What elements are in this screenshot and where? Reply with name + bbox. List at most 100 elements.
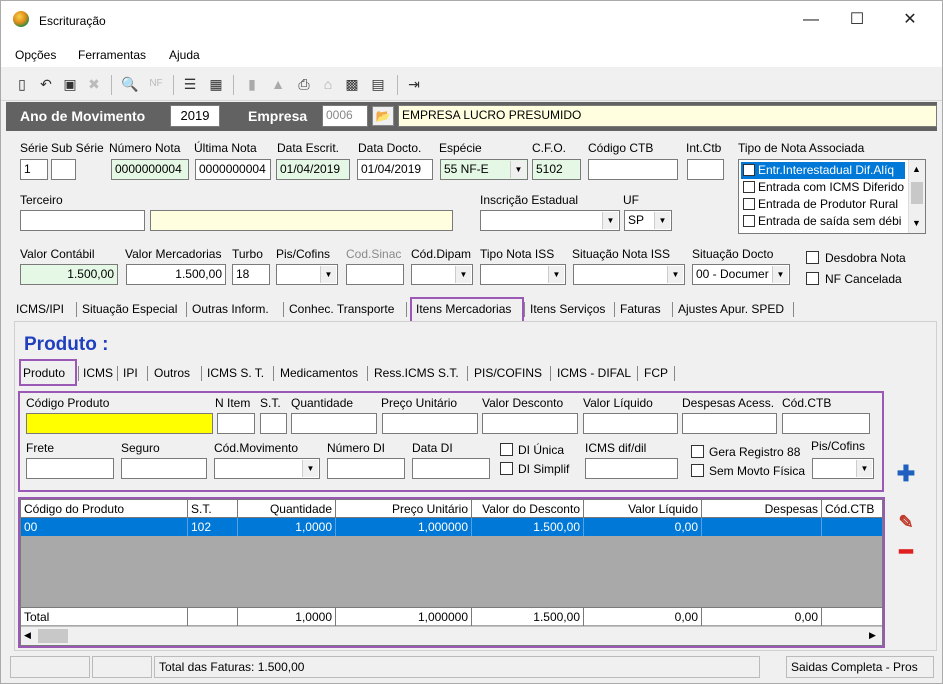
tipo-nota-scrollbar[interactable]: ▲ ▼ bbox=[908, 160, 925, 233]
valor-desconto-field[interactable] bbox=[482, 413, 578, 434]
delete-icon[interactable]: ✖ bbox=[85, 75, 103, 93]
valor-liquido-field[interactable] bbox=[583, 413, 678, 434]
terceiro-code-field[interactable] bbox=[20, 210, 145, 231]
new-document-icon[interactable]: ▯ bbox=[13, 75, 31, 93]
remove-item-button[interactable]: ━ bbox=[892, 539, 920, 567]
maximize-button[interactable]: ☐ bbox=[837, 9, 877, 31]
tab-faturas[interactable]: Faturas bbox=[620, 299, 661, 319]
tab-pis-cofins[interactable]: PIS/COFINS bbox=[474, 363, 542, 383]
uf-select[interactable]: SP ▼ bbox=[624, 210, 672, 231]
report-icon[interactable]: ▦ bbox=[207, 75, 225, 93]
checkbox-icon[interactable] bbox=[743, 215, 755, 227]
serie-field[interactable]: 1 bbox=[20, 159, 48, 180]
close-button[interactable]: ✕ bbox=[890, 9, 930, 31]
tipo-nota-item[interactable]: Entr.Interestadual Dif.Alíq bbox=[741, 162, 905, 179]
cod-movimento-select[interactable]: ▼ bbox=[214, 458, 320, 479]
tab-ipi[interactable]: IPI bbox=[123, 363, 138, 383]
pis-cofins-item-select[interactable]: ▼ bbox=[812, 458, 874, 479]
cod-sinac-field[interactable] bbox=[346, 264, 404, 285]
col-codigo-produto[interactable]: Código do Produto bbox=[21, 500, 188, 518]
tab-situacao-especial[interactable]: Situação Especial bbox=[82, 299, 177, 319]
numero-di-field[interactable] bbox=[327, 458, 405, 479]
quantidade-field[interactable] bbox=[291, 413, 377, 434]
data-escrit-field[interactable]: 01/04/2019 bbox=[276, 159, 350, 180]
especie-select[interactable]: 55 NF-E ▼ bbox=[440, 159, 528, 180]
printer-icon[interactable]: ⎙ bbox=[295, 75, 313, 93]
checkbox-icon[interactable] bbox=[743, 198, 755, 210]
empresa-code-field[interactable]: 0006 bbox=[322, 105, 368, 127]
chevron-left-icon[interactable]: ◀ bbox=[24, 630, 31, 641]
col-despesas[interactable]: Despesas bbox=[702, 500, 822, 518]
tab-medicamentos[interactable]: Medicamentos bbox=[280, 363, 358, 383]
table-row[interactable]: 00 102 1,0000 1,000000 1.500,00 0,00 bbox=[21, 518, 882, 536]
chevron-up-icon[interactable]: ▲ bbox=[912, 164, 921, 174]
tab-icms-st[interactable]: ICMS S. T. bbox=[207, 363, 264, 383]
list-icon[interactable]: ☰ bbox=[181, 75, 199, 93]
situacao-nota-iss-select[interactable]: ▼ bbox=[573, 264, 685, 285]
add-item-button[interactable]: ✚ bbox=[892, 461, 920, 489]
grid-horizontal-scrollbar[interactable]: ◀ ▶ bbox=[21, 626, 882, 645]
house-icon[interactable]: ⌂ bbox=[319, 75, 337, 93]
tab-conhec-transporte[interactable]: Conhec. Transporte bbox=[289, 299, 394, 319]
cfo-field[interactable]: 5102 bbox=[532, 159, 581, 180]
di-simplif-checkbox[interactable] bbox=[500, 462, 513, 475]
cod-ctb-field[interactable] bbox=[782, 413, 870, 434]
icms-dif-field[interactable] bbox=[585, 458, 678, 479]
st-field[interactable] bbox=[260, 413, 287, 434]
gera-registro-88-checkbox[interactable] bbox=[691, 445, 704, 458]
checkbox-icon[interactable] bbox=[743, 181, 755, 193]
stamp-icon[interactable]: ▲ bbox=[269, 75, 287, 93]
col-st[interactable]: S.T. bbox=[188, 500, 238, 518]
despesas-acess-field[interactable] bbox=[682, 413, 777, 434]
valor-mercadorias-field[interactable]: 1.500,00 bbox=[126, 264, 226, 285]
frete-field[interactable] bbox=[26, 458, 114, 479]
col-valor-desconto[interactable]: Valor do Desconto bbox=[472, 500, 584, 518]
tab-outras-inform[interactable]: Outras Inform. bbox=[192, 299, 269, 319]
ano-movimento-field[interactable]: 2019 bbox=[170, 105, 220, 127]
menu-ajuda[interactable]: Ajuda bbox=[169, 48, 200, 62]
col-preco-unitario[interactable]: Preço Unitário bbox=[336, 500, 472, 518]
chevron-right-icon[interactable]: ▶ bbox=[869, 630, 876, 641]
di-unica-checkbox[interactable] bbox=[500, 443, 513, 456]
seguro-field[interactable] bbox=[121, 458, 207, 479]
tab-ress-icms-st[interactable]: Ress.ICMS S.T. bbox=[374, 363, 459, 383]
tab-ajustes-sped[interactable]: Ajustes Apur. SPED bbox=[678, 299, 784, 319]
tab-icms-ipi[interactable]: ICMS/IPI bbox=[16, 299, 64, 319]
tab-fcp[interactable]: FCP bbox=[644, 363, 668, 383]
save-icon[interactable]: ▣ bbox=[61, 75, 79, 93]
col-valor-liquido[interactable]: Valor Líquido bbox=[584, 500, 702, 518]
situacao-docto-select[interactable]: 00 - Documer ▼ bbox=[692, 264, 790, 285]
codigo-ctb-field[interactable] bbox=[588, 159, 678, 180]
scroll-thumb[interactable] bbox=[38, 629, 68, 643]
preco-unitario-field[interactable] bbox=[382, 413, 478, 434]
tab-itens-servicos[interactable]: Itens Serviços bbox=[530, 299, 605, 319]
cod-dipam-select[interactable]: ▼ bbox=[411, 264, 473, 285]
folder-open-icon[interactable]: 📂 bbox=[372, 106, 394, 126]
nf-cancelada-checkbox[interactable] bbox=[806, 272, 819, 285]
sem-movto-fisica-checkbox[interactable] bbox=[691, 464, 704, 477]
col-quantidade[interactable]: Quantidade bbox=[238, 500, 336, 518]
numero-nota-field[interactable]: 0000000004 bbox=[111, 159, 189, 180]
menu-ferramentas[interactable]: Ferramentas bbox=[78, 48, 146, 62]
tab-outros[interactable]: Outros bbox=[154, 363, 190, 383]
tipo-nota-iss-select[interactable]: ▼ bbox=[480, 264, 566, 285]
calculator-icon[interactable]: ▩ bbox=[343, 75, 361, 93]
undo-icon[interactable]: ↶ bbox=[37, 75, 55, 93]
codigo-produto-field[interactable] bbox=[26, 413, 213, 434]
data-docto-field[interactable]: 01/04/2019 bbox=[357, 159, 433, 180]
turbo-field[interactable]: 18 bbox=[232, 264, 270, 285]
nfe-icon[interactable]: NF bbox=[147, 75, 165, 93]
col-cod-ctb[interactable]: Cód.CTB bbox=[822, 500, 882, 518]
tipo-nota-item[interactable]: Entrada de Produtor Rural bbox=[741, 196, 905, 213]
int-ctb-field[interactable] bbox=[687, 159, 724, 180]
valor-contabil-field[interactable]: 1.500,00 bbox=[20, 264, 118, 285]
tipo-nota-item[interactable]: Entrada com ICMS Diferido bbox=[741, 179, 905, 196]
tipo-nota-item[interactable]: Entrada de saída sem débi bbox=[741, 213, 905, 230]
tipo-nota-list[interactable]: Entr.Interestadual Dif.Alíq Entrada com … bbox=[738, 159, 926, 234]
pis-cofins-select[interactable]: ▼ bbox=[276, 264, 338, 285]
grid-icon[interactable]: ▤ bbox=[369, 75, 387, 93]
minimize-button[interactable]: — bbox=[791, 9, 831, 31]
tab-icms-difal[interactable]: ICMS - DIFAL bbox=[557, 363, 631, 383]
n-item-field[interactable] bbox=[217, 413, 255, 434]
tab-icms[interactable]: ICMS bbox=[83, 363, 113, 383]
